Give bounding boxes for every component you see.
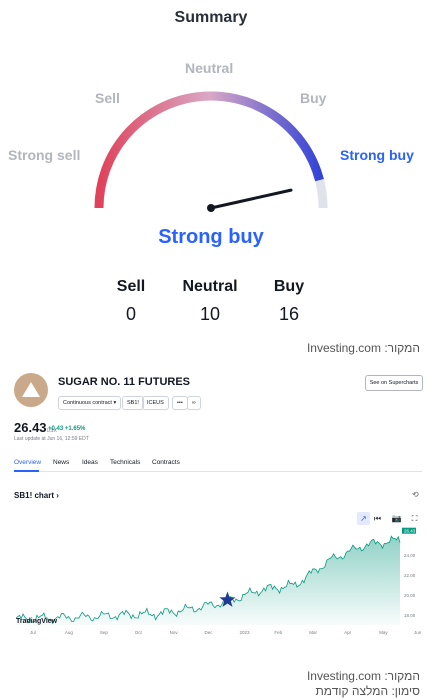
x-tick-label: Mar — [309, 630, 317, 635]
x-tick-label: 2023 — [239, 630, 250, 635]
price-chart[interactable]: Jul Aug Sep Oct Nov Dec 2023 Feb Mar Apr May Jun 26.… — [0, 0, 434, 700]
y-tick-label: 18.00 — [404, 613, 416, 618]
y-tick-label: 24.00 — [404, 553, 416, 558]
y-tick-label: 20.00 — [404, 593, 416, 598]
y-tick-label: 22.00 — [404, 573, 416, 578]
x-tick-label: Aug — [65, 630, 74, 635]
x-tick-label: Apr — [344, 630, 352, 635]
y-tick-label: 26.43 — [404, 529, 416, 534]
tradingview-logo[interactable]: TradingView — [16, 618, 57, 625]
x-tick-label: Jul — [30, 630, 36, 635]
x-tick-label: Jun — [414, 630, 422, 635]
x-tick-label: Feb — [274, 630, 282, 635]
x-tick-label: Nov — [170, 630, 179, 635]
x-tick-label: May — [379, 630, 388, 635]
x-tick-label: Dec — [205, 630, 214, 635]
chart-area-fill — [16, 536, 400, 625]
x-tick-label: Sep — [100, 630, 109, 635]
source-caption-2: המקור: Investing.com — [306, 669, 420, 683]
footnote: סימון: המלצה קודמת — [315, 684, 420, 698]
x-tick-label: Oct — [135, 630, 143, 635]
